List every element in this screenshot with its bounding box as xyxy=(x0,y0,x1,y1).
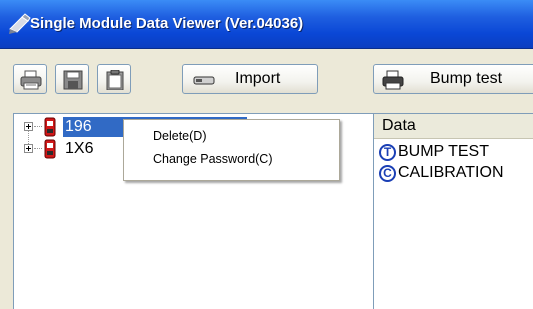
title-bar[interactable]: Single Module Data Viewer (Ver.04036) xyxy=(0,0,533,49)
import-icon xyxy=(193,76,215,85)
app-icon xyxy=(9,13,31,34)
clipboard-button[interactable] xyxy=(97,64,131,94)
menu-item-delete[interactable]: Delete(D) xyxy=(153,129,207,143)
tree-connector xyxy=(34,148,42,149)
expand-icon[interactable] xyxy=(24,122,33,131)
expand-icon[interactable] xyxy=(24,144,33,153)
import-label: Import xyxy=(235,70,281,87)
data-row[interactable]: C CALIBRATION xyxy=(379,165,533,185)
print-button[interactable] xyxy=(13,64,47,94)
device-icon xyxy=(44,139,56,159)
bump-test-label: Bump test xyxy=(430,70,503,87)
printer-icon xyxy=(382,70,404,90)
toolbar: Import Bump test xyxy=(0,49,533,113)
printer-icon xyxy=(20,70,42,90)
window-title: Single Module Data Viewer (Ver.04036) xyxy=(30,15,304,32)
save-button[interactable] xyxy=(55,64,89,94)
menu-item-change-password[interactable]: Change Password(C) xyxy=(153,152,273,166)
data-header-label: Data xyxy=(382,117,416,134)
context-menu: Delete(D) Change Password(C) xyxy=(123,119,340,181)
bump-test-button[interactable]: Bump test xyxy=(373,64,533,94)
data-row-text: BUMP TEST xyxy=(398,144,489,160)
import-button[interactable]: Import xyxy=(182,64,318,94)
clipboard-icon xyxy=(106,70,124,90)
calibration-badge-icon: C xyxy=(379,165,396,182)
data-row-text: CALIBRATION xyxy=(398,165,504,181)
tree-item-label: 1X6 xyxy=(65,140,94,157)
floppy-disk-icon xyxy=(63,70,83,90)
data-row[interactable]: T BUMP TEST xyxy=(379,144,533,164)
data-column-header[interactable]: Data xyxy=(374,114,533,139)
device-icon xyxy=(44,117,56,137)
data-panel[interactable]: Data T BUMP TEST C CALIBRATION xyxy=(373,113,533,309)
tree-connector xyxy=(34,126,42,127)
bump-test-badge-icon: T xyxy=(379,144,396,161)
